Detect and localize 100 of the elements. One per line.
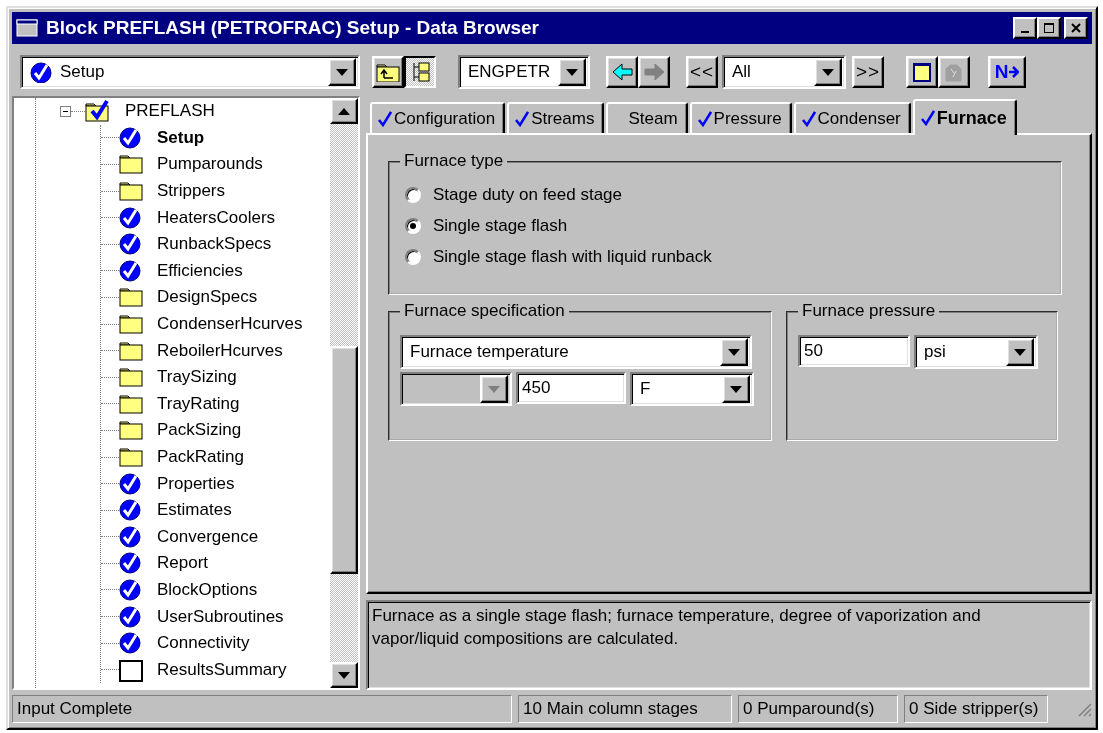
caret-icon (336, 68, 348, 76)
tree-item[interactable]: Efficiencies (155, 260, 245, 281)
caret-icon (730, 385, 742, 393)
check-circle-icon (119, 232, 143, 257)
status-field: 10 Main column stages (518, 695, 732, 723)
dropdown-button[interactable] (814, 58, 842, 86)
check-circle-icon (119, 205, 143, 230)
notes-button[interactable] (906, 56, 938, 88)
caret-icon (566, 68, 578, 76)
minimize-icon (1021, 31, 1029, 33)
dropdown-button[interactable] (328, 58, 356, 86)
right-arrow-icon (642, 61, 666, 83)
close-button[interactable] (1064, 17, 1088, 39)
tree-item[interactable]: Setup (155, 127, 207, 148)
status-field: 0 Side stripper(s) (904, 695, 1048, 723)
scroll-down-button[interactable] (330, 662, 358, 688)
folder-up-button[interactable] (372, 56, 404, 88)
description-text: Furnace as a single stage flash; furnace temperature, degree of vaporization and vapor/liquid compositions are calculated. (372, 605, 982, 650)
status-field: 0 Pumparound(s) (738, 695, 898, 723)
scrollbar[interactable] (330, 98, 358, 688)
down-caret-icon (338, 671, 350, 679)
maximize-button[interactable] (1037, 17, 1061, 39)
scroll-up-button[interactable] (330, 98, 358, 124)
unit-dropdown[interactable]: psi (914, 335, 1038, 369)
check-circle-icon (119, 258, 143, 283)
caret-icon (728, 348, 740, 356)
tree-item[interactable]: Properties (155, 473, 237, 494)
tree-item[interactable]: HeatersCoolers (155, 207, 278, 228)
checkmark-icon (515, 110, 530, 127)
caret-icon (488, 385, 500, 393)
check-circle-icon (119, 471, 143, 496)
radio-label[interactable]: Single stage flash with liquid runback (433, 247, 712, 267)
scroll-thumb[interactable] (330, 346, 358, 574)
folder-icon (119, 419, 143, 442)
dropdown-button[interactable] (558, 58, 586, 86)
value-field[interactable]: 450 (516, 372, 626, 404)
arrow-icon (1008, 65, 1020, 79)
next-form-button[interactable]: N (988, 56, 1026, 88)
resize-grip-icon (1076, 701, 1092, 717)
tab[interactable]: Furnace (912, 99, 1017, 135)
tree-item[interactable]: Connectivity (155, 633, 252, 654)
tree-item[interactable]: BlockOptions (155, 580, 260, 600)
radio-label[interactable]: Stage duty on feed stage (433, 185, 623, 205)
previous-button[interactable]: << (686, 56, 718, 88)
status-field: Input Complete (12, 695, 512, 723)
dropdown-button[interactable] (1006, 338, 1034, 366)
tree-item[interactable]: ReboilerHcurves (155, 340, 285, 361)
minimize-button[interactable] (1013, 17, 1037, 39)
group-label: Furnace pressure (798, 301, 940, 321)
tree-item[interactable]: PackSizing (155, 420, 244, 441)
radio-label[interactable]: Single stage flash (433, 216, 568, 236)
tab[interactable]: Configuration (370, 102, 506, 133)
tree-item[interactable]: Strippers (155, 181, 228, 202)
tree-item[interactable]: TrayRating (155, 393, 242, 414)
tree-view-button[interactable] (404, 56, 436, 88)
folder-icon (119, 286, 143, 309)
radio-button[interactable] (405, 218, 421, 234)
form-dropdown[interactable]: Setup (20, 55, 360, 89)
check-circle-icon (119, 631, 143, 656)
next-button[interactable]: >> (852, 56, 884, 88)
type-dropdown[interactable]: Furnace temperature (400, 335, 752, 369)
tree-item[interactable]: Report (155, 553, 211, 574)
window-icon (16, 19, 38, 37)
radio-button[interactable] (405, 249, 421, 265)
tree-item[interactable]: Pumparounds (155, 154, 265, 175)
unit-dropdown[interactable]: F (630, 372, 754, 406)
back-button[interactable] (606, 56, 638, 88)
tab[interactable]: Streams (507, 102, 605, 133)
dropdown-button[interactable] (720, 338, 748, 366)
empty-box-icon (119, 657, 143, 682)
tab[interactable]: Steam (606, 102, 688, 133)
left-arrow-icon (610, 61, 634, 83)
folder-icon (119, 446, 143, 468)
value-field[interactable]: 50 (798, 335, 910, 367)
filter-dropdown[interactable]: All (722, 55, 846, 89)
tree-item[interactable]: Convergence (155, 526, 261, 547)
check-circle-icon (119, 551, 143, 576)
collapse-icon[interactable] (60, 105, 71, 117)
folder-icon (119, 153, 143, 176)
folder-icon (119, 339, 143, 362)
tree-item[interactable]: PREFLASH (123, 101, 217, 122)
tree-item[interactable]: PackRating (155, 447, 246, 467)
caret-icon (822, 68, 834, 76)
check-circle-icon (119, 604, 143, 629)
dropdown-button[interactable] (722, 375, 750, 403)
checkmark-icon (378, 110, 392, 127)
radio-button[interactable] (405, 187, 421, 203)
tree-item[interactable]: TraySizing (155, 367, 239, 388)
tree-item[interactable]: Estimates (155, 500, 234, 521)
units-dropdown[interactable]: ENGPETR (458, 55, 590, 89)
close-icon (1071, 23, 1081, 33)
check-circle-icon (119, 498, 143, 523)
tree-item[interactable]: UserSubroutines (155, 606, 286, 627)
tab[interactable]: Pressure (689, 102, 792, 133)
folder-icon (119, 180, 143, 203)
tree-item[interactable]: DesignSpecs (155, 287, 260, 308)
tab[interactable]: Condenser (793, 102, 911, 133)
tree-item[interactable]: RunbackSpecs (155, 234, 274, 255)
tree-item[interactable]: CondenserHcurves (155, 314, 305, 335)
tree-item[interactable]: ResultsSummary (155, 659, 289, 680)
